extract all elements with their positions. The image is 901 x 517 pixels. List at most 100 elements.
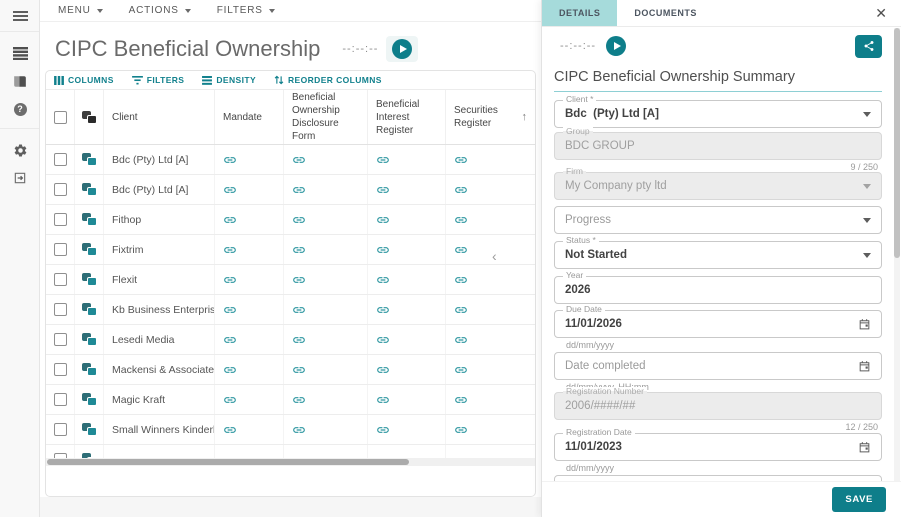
table-row[interactable]: Magic Kraft: [46, 385, 535, 415]
link-icon[interactable]: [376, 423, 390, 437]
column-header-client[interactable]: Client: [104, 90, 215, 144]
link-icon[interactable]: [223, 183, 237, 197]
link-icon[interactable]: [454, 213, 468, 227]
tab-documents[interactable]: DOCUMENTS: [617, 0, 714, 26]
link-icon[interactable]: [454, 273, 468, 287]
registration-date-field[interactable]: Registration Date: [554, 433, 882, 461]
table-row[interactable]: Flexit: [46, 265, 535, 295]
panel-scrollbar[interactable]: [894, 28, 900, 481]
link-icon[interactable]: [292, 303, 306, 317]
link-icon[interactable]: [223, 243, 237, 257]
table-row[interactable]: Bdc (Pty) Ltd [A]: [46, 145, 535, 175]
row-checkbox[interactable]: [54, 303, 67, 316]
row-checkbox[interactable]: [54, 453, 67, 458]
year-input[interactable]: [565, 284, 871, 296]
reorder-columns-button[interactable]: REORDER COLUMNS: [274, 75, 382, 85]
client-select[interactable]: Client * Bdc (Pty) Ltd [A]: [554, 100, 882, 128]
link-icon[interactable]: [454, 183, 468, 197]
date-completed-field[interactable]: [554, 352, 882, 380]
columns-button[interactable]: COLUMNS: [54, 75, 114, 85]
select-all-checkbox[interactable]: [54, 111, 67, 124]
link-icon[interactable]: [223, 333, 237, 347]
link-icon[interactable]: [292, 273, 306, 287]
table-row[interactable]: Fithop: [46, 205, 535, 235]
link-icon[interactable]: [223, 273, 237, 287]
share-button[interactable]: [855, 35, 882, 58]
sort-arrow-icon[interactable]: ↑: [522, 110, 528, 124]
column-header-securities-register[interactable]: Securities Register ↑: [446, 90, 535, 144]
row-checkbox[interactable]: [54, 333, 67, 346]
play-timer-button[interactable]: [606, 36, 626, 56]
column-header-mandate[interactable]: Mandate: [215, 90, 284, 144]
link-icon[interactable]: [376, 213, 390, 227]
panel-collapse-chevron[interactable]: ‹: [492, 248, 497, 264]
calendar-icon[interactable]: [858, 318, 871, 331]
play-timer-button[interactable]: [392, 39, 412, 59]
link-icon[interactable]: [223, 393, 237, 407]
link-icon[interactable]: [376, 333, 390, 347]
horizontal-scrollbar-thumb[interactable]: [47, 459, 409, 465]
table-row[interactable]: Kb Business Enterprise: [46, 295, 535, 325]
due-date-input[interactable]: [565, 318, 858, 330]
tab-details[interactable]: DETAILS: [542, 0, 617, 26]
filters-dropdown[interactable]: FILTERS: [217, 5, 275, 16]
registration-date-input[interactable]: [565, 441, 858, 453]
exit-icon[interactable]: [0, 167, 40, 189]
filters-button[interactable]: FILTERS: [132, 75, 185, 85]
row-checkbox[interactable]: [54, 273, 67, 286]
column-header-bo-disclosure-form[interactable]: Beneficial Ownership Disclosure Form: [284, 90, 368, 144]
density-button[interactable]: DENSITY: [202, 75, 256, 85]
settings-gear-icon[interactable]: [0, 139, 40, 161]
horizontal-scrollbar[interactable]: [46, 458, 535, 466]
table-row[interactable]: Bdc (Pty) Ltd [A]: [46, 175, 535, 205]
close-icon[interactable]: ✕: [875, 6, 887, 20]
row-checkbox[interactable]: [54, 423, 67, 436]
link-icon[interactable]: [376, 273, 390, 287]
link-icon[interactable]: [376, 303, 390, 317]
link-icon[interactable]: [292, 393, 306, 407]
link-icon[interactable]: [223, 213, 237, 227]
link-icon[interactable]: [454, 393, 468, 407]
row-checkbox[interactable]: [54, 183, 67, 196]
link-icon[interactable]: [223, 153, 237, 167]
save-button[interactable]: SAVE: [832, 487, 886, 512]
link-icon[interactable]: [223, 303, 237, 317]
link-icon[interactable]: [454, 423, 468, 437]
row-checkbox[interactable]: [54, 393, 67, 406]
calendar-icon[interactable]: [858, 441, 871, 454]
link-icon[interactable]: [292, 153, 306, 167]
table-row[interactable]: Fixtrim: [46, 235, 535, 265]
progress-select[interactable]: Progress: [554, 206, 882, 234]
link-icon[interactable]: [376, 243, 390, 257]
help-icon[interactable]: ?: [0, 98, 40, 120]
row-checkbox[interactable]: [54, 363, 67, 376]
table-row-partial[interactable]: [46, 445, 535, 458]
link-icon[interactable]: [292, 213, 306, 227]
link-icon[interactable]: [223, 363, 237, 377]
link-icon[interactable]: [376, 363, 390, 377]
link-icon[interactable]: [454, 303, 468, 317]
panel-scrollbar-thumb[interactable]: [894, 28, 900, 258]
link-icon[interactable]: [292, 243, 306, 257]
link-icon[interactable]: [292, 423, 306, 437]
actions-dropdown[interactable]: ACTIONS: [129, 5, 191, 16]
date-completed-input[interactable]: [565, 360, 858, 372]
row-checkbox[interactable]: [54, 153, 67, 166]
calendar-icon[interactable]: [858, 360, 871, 373]
link-icon[interactable]: [292, 183, 306, 197]
status-select[interactable]: Status * Not Started: [554, 241, 882, 269]
link-icon[interactable]: [454, 363, 468, 377]
link-icon[interactable]: [292, 333, 306, 347]
due-date-field[interactable]: Due Date: [554, 310, 882, 338]
link-icon[interactable]: [376, 153, 390, 167]
row-checkbox[interactable]: [54, 243, 67, 256]
knowledge-book-icon[interactable]: [0, 70, 40, 92]
row-checkbox[interactable]: [54, 213, 67, 226]
link-icon[interactable]: [454, 333, 468, 347]
link-icon[interactable]: [454, 243, 468, 257]
menu-toggle-icon[interactable]: [0, 5, 40, 27]
column-header-beneficial-interest-register[interactable]: Beneficial Interest Register: [368, 90, 446, 144]
link-icon[interactable]: [376, 393, 390, 407]
year-field[interactable]: Year: [554, 276, 882, 304]
link-icon[interactable]: [454, 153, 468, 167]
